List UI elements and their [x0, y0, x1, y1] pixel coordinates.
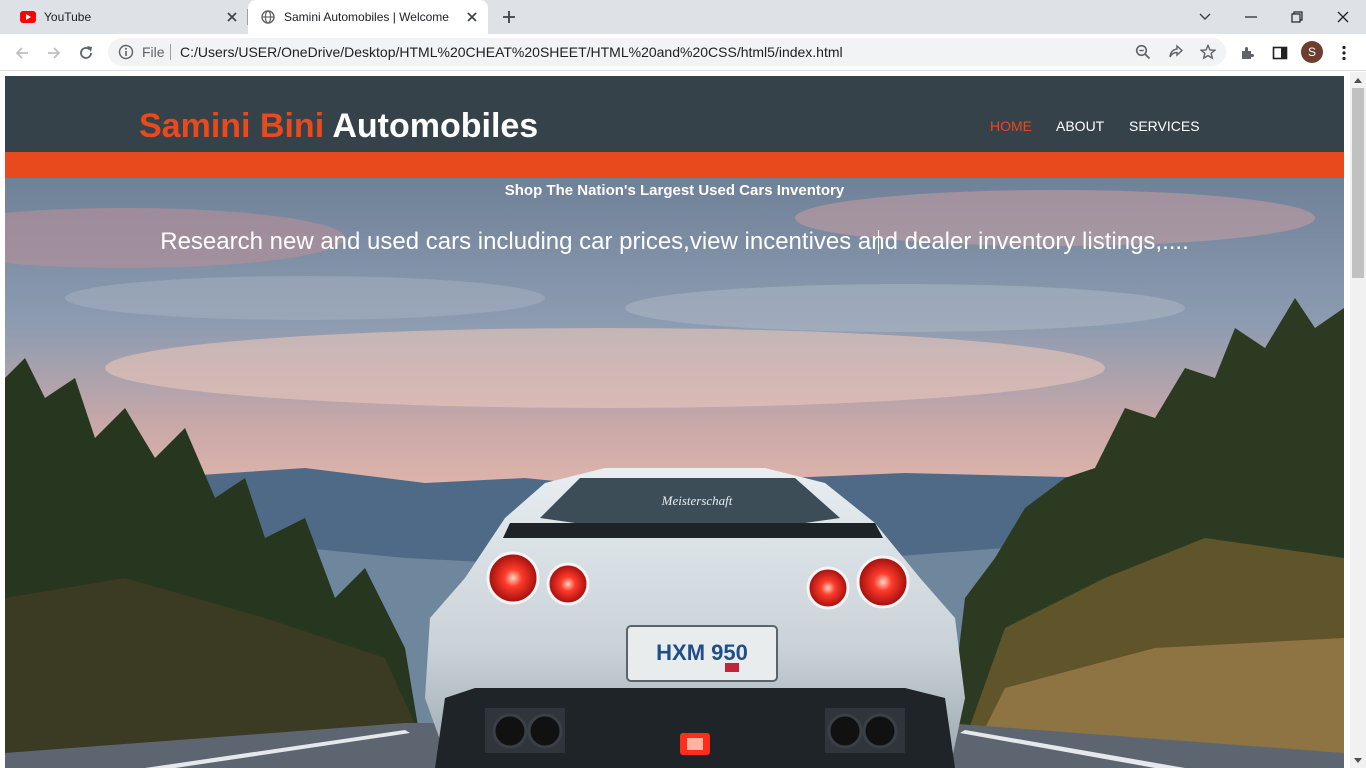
browser-toolbar: File C:/Users/USER/OneDrive/Desktop/HTML…: [0, 34, 1366, 71]
nav-about-link[interactable]: ABOUT: [1056, 118, 1104, 134]
close-tab-icon[interactable]: [464, 9, 480, 25]
tab-search-icon[interactable]: [1182, 0, 1228, 34]
address-bar[interactable]: File C:/Users/USER/OneDrive/Desktop/HTML…: [108, 38, 1226, 66]
brand-logo[interactable]: Samini Bini Automobiles: [139, 108, 538, 144]
restore-icon[interactable]: [1274, 0, 1320, 34]
scroll-thumb[interactable]: [1352, 88, 1364, 278]
minimize-icon[interactable]: [1228, 0, 1274, 34]
youtube-icon: [20, 9, 36, 25]
side-panel-icon[interactable]: [1266, 39, 1294, 67]
reload-icon[interactable]: [72, 39, 100, 67]
nav-home-link[interactable]: HOME: [990, 118, 1032, 134]
accent-bar: [5, 152, 1344, 178]
hero-showcase: HXM 950 Meisterschaft Shop The Nation's …: [5, 178, 1344, 768]
forward-icon[interactable]: [40, 39, 68, 67]
zoom-icon[interactable]: [1133, 42, 1153, 62]
url-text[interactable]: C:/Users/USER/OneDrive/Desktop/HTML%20CH…: [180, 44, 843, 60]
brand-name: Automobiles: [332, 107, 539, 145]
tab-youtube[interactable]: YouTube: [0, 0, 248, 34]
hero-tagline: Shop The Nation's Largest Used Cars Inve…: [504, 182, 845, 199]
back-icon[interactable]: [8, 39, 36, 67]
bookmark-star-icon[interactable]: [1198, 42, 1218, 62]
close-window-icon[interactable]: [1320, 0, 1366, 34]
new-tab-icon[interactable]: [497, 7, 521, 27]
nav-services-link[interactable]: SERVICES: [1129, 118, 1200, 134]
menu-kebab-icon[interactable]: [1330, 39, 1358, 67]
page-viewport: Samini Bini Automobiles HOME ABOUT SERVI…: [0, 72, 1350, 768]
brand-highlight: Samini Bini: [139, 107, 325, 145]
hero-description: Research new and used cars including car…: [160, 228, 1189, 255]
scheme-label: File: [142, 44, 165, 60]
tab-strip: YouTube Samini Automobiles | Welcome: [0, 0, 1366, 34]
rear-window-text: Meisterschaft: [661, 493, 733, 508]
profile-avatar[interactable]: S: [1301, 41, 1323, 63]
scroll-down-arrow-icon[interactable]: [1350, 752, 1366, 768]
page-scrollbar[interactable]: [1350, 72, 1366, 768]
tab-title: Samini Automobiles | Welcome: [284, 10, 449, 24]
site-header: Samini Bini Automobiles HOME ABOUT SERVI…: [5, 76, 1344, 152]
extensions-icon[interactable]: [1234, 39, 1262, 67]
share-icon[interactable]: [1166, 42, 1186, 62]
license-plate-text: HXM 950: [656, 640, 748, 665]
hero-image: HXM 950 Meisterschaft: [5, 178, 1344, 768]
close-tab-icon[interactable]: [224, 9, 240, 25]
site-info-icon[interactable]: [118, 44, 134, 60]
globe-icon: [260, 9, 276, 25]
address-divider: [170, 44, 171, 60]
scroll-up-arrow-icon[interactable]: [1350, 72, 1366, 88]
tab-samini-automobiles[interactable]: Samini Automobiles | Welcome: [248, 0, 488, 34]
text-cursor: [878, 230, 879, 254]
tab-title: YouTube: [44, 10, 92, 24]
